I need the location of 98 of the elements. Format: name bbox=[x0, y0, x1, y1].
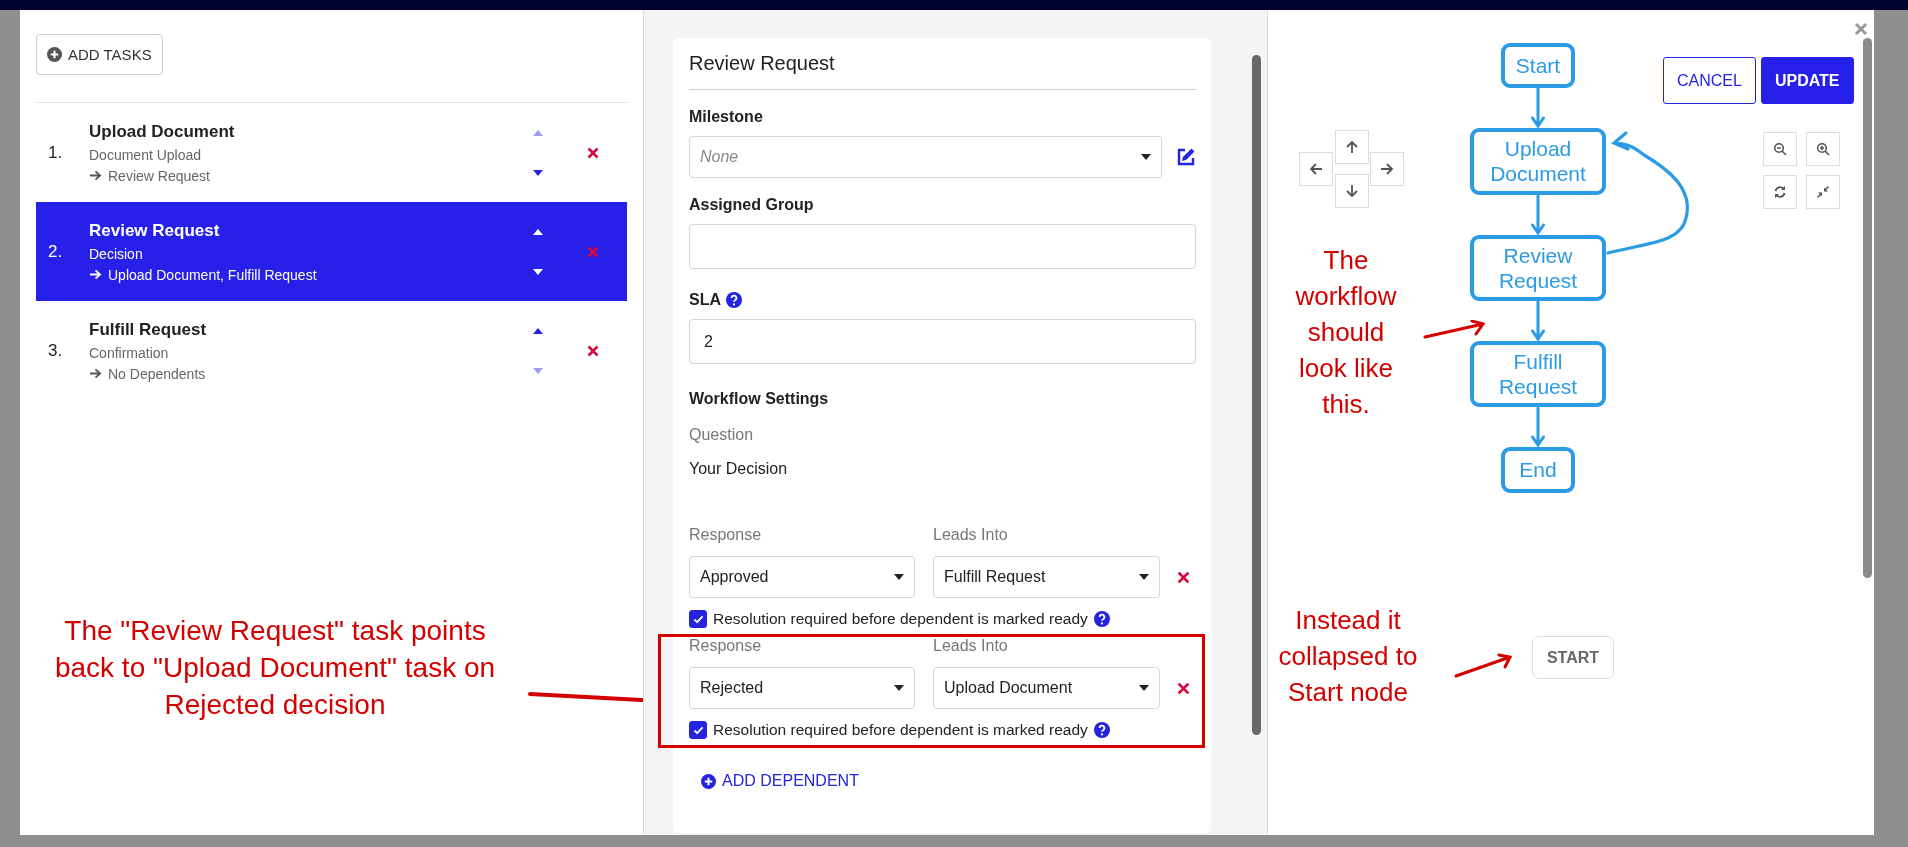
start-node: START bbox=[1532, 636, 1614, 679]
move-down-icon[interactable] bbox=[533, 268, 543, 275]
pan-up-button[interactable] bbox=[1335, 130, 1369, 164]
add-tasks-button[interactable]: ADD TASKS bbox=[36, 34, 163, 75]
task-dependents: No Dependents bbox=[108, 365, 206, 382]
task-item[interactable]: 1. Upload Document Document Upload Review Request bbox=[36, 103, 627, 202]
zoom-out-icon bbox=[1773, 142, 1787, 156]
zoom-in-icon bbox=[1816, 142, 1830, 156]
task-item[interactable]: 3. Fulfill Request Confirmation No Dependents bbox=[36, 301, 627, 400]
response-select[interactable]: Rejected bbox=[689, 667, 915, 709]
scrollbar[interactable] bbox=[1863, 38, 1872, 578]
task-title: Upload Document bbox=[89, 121, 236, 142]
annotation-arrow bbox=[1454, 653, 1514, 679]
update-button[interactable]: UPDATE bbox=[1760, 57, 1854, 104]
pan-down-button[interactable] bbox=[1335, 174, 1369, 208]
flow-node: Fulfill Request bbox=[1470, 340, 1606, 408]
checkbox-label: Resolution required before dependent is marked ready bbox=[713, 610, 1088, 628]
help-icon[interactable] bbox=[1093, 611, 1110, 627]
close-icon[interactable] bbox=[1854, 22, 1868, 36]
plus-circle-icon bbox=[47, 47, 62, 62]
arrow-right-icon bbox=[1380, 162, 1394, 176]
connector-arrow bbox=[1531, 407, 1545, 448]
task-title: Review Request bbox=[89, 220, 221, 241]
arrow-right-icon bbox=[89, 269, 102, 280]
checkbox-label: Resolution required before dependent is marked ready bbox=[713, 721, 1088, 739]
add-dependent-button[interactable]: ADD DEPENDENT bbox=[701, 772, 859, 790]
assigned-group-input[interactable] bbox=[689, 224, 1196, 269]
collapse-icon bbox=[1816, 185, 1830, 199]
checkbox[interactable] bbox=[689, 610, 707, 628]
task-type: Document Upload bbox=[89, 146, 203, 163]
leads-into-label: Leads Into bbox=[933, 637, 1008, 655]
flow-node: End bbox=[1501, 447, 1575, 493]
refresh-icon bbox=[1773, 185, 1787, 199]
help-icon[interactable] bbox=[726, 292, 742, 308]
move-up-icon[interactable] bbox=[533, 327, 543, 334]
cancel-button[interactable]: CANCEL bbox=[1663, 57, 1756, 104]
arrow-left-icon bbox=[1309, 162, 1323, 176]
task-type: Decision bbox=[89, 245, 144, 262]
connector-arrow bbox=[1531, 194, 1545, 235]
task-type: Confirmation bbox=[89, 344, 170, 361]
delete-icon[interactable] bbox=[587, 344, 599, 357]
annotation-text: Instead it collapsed to Start node bbox=[1277, 604, 1419, 709]
dropdown-caret-icon bbox=[1141, 154, 1151, 160]
pan-left-button[interactable] bbox=[1299, 152, 1333, 186]
response-select[interactable]: Approved bbox=[689, 556, 915, 598]
dropdown-caret-icon bbox=[894, 574, 904, 580]
delete-icon[interactable] bbox=[587, 146, 599, 159]
arrow-right-icon bbox=[89, 170, 102, 181]
checkmark-icon bbox=[692, 725, 704, 735]
leads-into-select[interactable]: Fulfill Request bbox=[933, 556, 1160, 598]
task-dependents: Review Request bbox=[108, 167, 210, 184]
task-number: 3. bbox=[48, 340, 64, 361]
dropdown-caret-icon bbox=[1139, 574, 1149, 580]
pan-right-button[interactable] bbox=[1370, 152, 1404, 186]
flow-node: Upload Document bbox=[1470, 128, 1606, 195]
question-text: Your Decision bbox=[689, 460, 789, 478]
fit-button[interactable] bbox=[1806, 175, 1840, 209]
move-down-icon[interactable] bbox=[533, 169, 543, 176]
checkmark-icon bbox=[692, 614, 704, 624]
field-label: Assigned Group bbox=[689, 196, 815, 214]
move-up-icon[interactable] bbox=[533, 228, 543, 235]
checkbox[interactable] bbox=[689, 721, 707, 739]
annotation-arrow bbox=[1423, 320, 1487, 340]
dropdown-caret-icon bbox=[1139, 685, 1149, 691]
annotation-text: The "Review Request" task points back to "Upload Document" task on Rejected decision bbox=[53, 614, 497, 722]
leads-into-label: Leads Into bbox=[933, 526, 1008, 544]
response-label: Response bbox=[689, 637, 763, 655]
reset-button[interactable] bbox=[1763, 175, 1797, 209]
annotation-text: The workflow should look like this. bbox=[1294, 244, 1398, 421]
arrow-right-icon bbox=[89, 368, 102, 379]
task-number: 2. bbox=[48, 241, 64, 262]
flow-node: Review Request bbox=[1470, 234, 1606, 301]
field-label: Milestone bbox=[689, 108, 764, 126]
help-icon[interactable] bbox=[1093, 722, 1110, 738]
zoom-out-button[interactable] bbox=[1763, 132, 1797, 166]
field-label: SLA bbox=[689, 291, 721, 309]
arrow-down-icon bbox=[1345, 184, 1359, 198]
delete-icon[interactable] bbox=[1177, 681, 1190, 695]
flow-node: Start bbox=[1501, 43, 1575, 89]
dropdown-caret-icon bbox=[894, 685, 904, 691]
delete-icon[interactable] bbox=[1177, 570, 1190, 584]
milestone-select[interactable]: None bbox=[689, 136, 1162, 178]
connector-arrow bbox=[1531, 300, 1545, 341]
task-dependents: Upload Document, Fulfill Request bbox=[108, 266, 317, 283]
arrow-up-icon bbox=[1345, 140, 1359, 154]
details-title: Review Request bbox=[689, 52, 1196, 90]
task-number: 1. bbox=[48, 142, 64, 163]
task-title: Fulfill Request bbox=[89, 319, 208, 340]
task-item[interactable]: 2. Review Request Decision Upload Document, Fulfill Request bbox=[36, 202, 627, 301]
connector-arrow bbox=[1531, 88, 1545, 129]
zoom-in-button[interactable] bbox=[1806, 132, 1840, 166]
sla-input[interactable]: 2 bbox=[689, 319, 1196, 364]
leads-into-select[interactable]: Upload Document bbox=[933, 667, 1160, 709]
edit-icon[interactable] bbox=[1176, 147, 1196, 167]
question-label: Question bbox=[689, 426, 755, 444]
response-label: Response bbox=[689, 526, 763, 544]
section-heading: Workflow Settings bbox=[689, 390, 830, 408]
plus-circle-icon bbox=[701, 773, 716, 789]
